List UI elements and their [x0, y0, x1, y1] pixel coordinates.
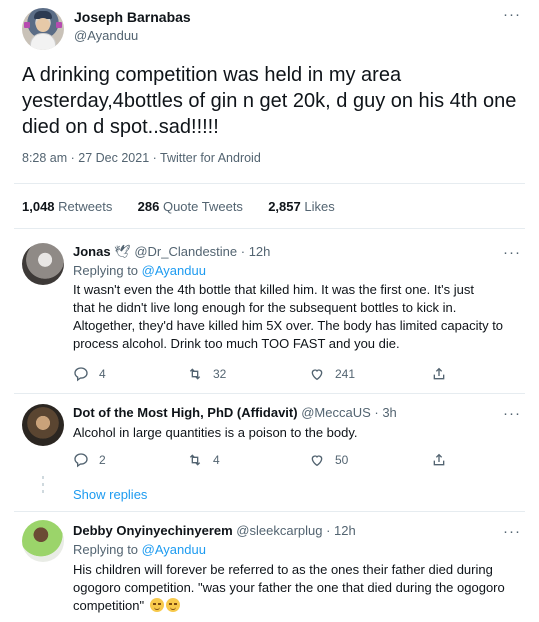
retweet-button[interactable]: 32	[187, 366, 226, 382]
reply-text: Alcohol in large quantities is a poison …	[73, 425, 358, 440]
replying-to-link[interactable]: @Ayanduu	[142, 542, 206, 557]
replying-to: Replying to @Ayanduu	[73, 263, 206, 278]
like-button[interactable]: 50	[309, 452, 348, 468]
quotes-stat[interactable]: 286 Quote Tweets	[138, 199, 243, 214]
reply-button[interactable]: 4	[73, 366, 106, 382]
divider	[14, 228, 525, 229]
reply-handle-time[interactable]: @Dr_Clandestine · 12h	[134, 244, 270, 259]
pensive-face-icon	[165, 598, 180, 612]
author-name[interactable]: Joseph Barnabas	[74, 9, 191, 25]
tweet-header: Joseph Barnabas @Ayanduu	[22, 6, 525, 52]
divider	[14, 183, 525, 184]
thread-dot	[42, 476, 44, 479]
reply-text: It wasn't even the 4th bottle that kille…	[73, 282, 504, 351]
thread-dot	[42, 490, 44, 493]
reply-author-name[interactable]: Dot of the Most High, PhD (Affidavit)	[73, 405, 298, 420]
retweet-button[interactable]: 4	[187, 452, 220, 468]
more-icon[interactable]: ···	[503, 245, 521, 260]
reply-handle-time[interactable]: @sleekcarplug · 12h	[236, 523, 355, 538]
reply-text: His children will forever be referred to…	[73, 562, 505, 613]
reply-actions: 4 32 241	[73, 366, 473, 384]
share-icon	[433, 367, 445, 380]
tweet-text: A drinking competition was held in my ar…	[22, 64, 517, 138]
reply-author-name[interactable]: Jonas	[73, 244, 111, 259]
retweet-icon	[189, 454, 201, 466]
tweet-timestamp[interactable]: 8:28 am · 27 Dec 2021 · Twitter for Andr…	[22, 151, 261, 165]
more-icon[interactable]: ···	[503, 406, 521, 421]
tweet-stats: 1,048 Retweets 286 Quote Tweets 2,857 Li…	[22, 199, 335, 214]
dove-icon: 🕊	[114, 244, 131, 259]
reply-avatar[interactable]	[22, 404, 64, 446]
divider	[14, 393, 525, 394]
share-button[interactable]	[431, 452, 457, 468]
share-icon	[433, 453, 445, 466]
show-replies-link[interactable]: Show replies	[73, 487, 147, 502]
reply-button[interactable]: 2	[73, 452, 106, 468]
thread-dot	[42, 483, 44, 486]
reply-icon	[74, 453, 88, 468]
more-icon[interactable]: ···	[503, 524, 521, 539]
tweet-page: Joseph Barnabas @Ayanduu ··· A drinking …	[0, 0, 539, 622]
replying-to: Replying to @Ayanduu	[73, 542, 206, 557]
replying-to-link[interactable]: @Ayanduu	[142, 263, 206, 278]
share-button[interactable]	[431, 366, 457, 382]
reply-actions: 2 4 50	[73, 452, 473, 470]
pensive-face-icon	[149, 598, 164, 612]
likes-stat[interactable]: 2,857 Likes	[268, 199, 335, 214]
author-avatar[interactable]	[22, 8, 64, 50]
author-handle[interactable]: @Ayanduu	[74, 28, 138, 43]
heart-icon	[311, 369, 323, 381]
more-icon[interactable]: ···	[503, 7, 521, 22]
reply-author-name[interactable]: Debby Onyinyechinyerem	[73, 523, 233, 538]
reply-handle-time[interactable]: @MeccaUS · 3h	[301, 405, 397, 420]
like-button[interactable]: 241	[309, 366, 355, 382]
heart-icon	[311, 455, 323, 467]
reply-icon	[74, 367, 88, 382]
retweet-icon	[189, 368, 201, 380]
reply-avatar[interactable]	[22, 243, 64, 285]
divider	[14, 511, 525, 512]
retweets-stat[interactable]: 1,048 Retweets	[22, 199, 112, 214]
reply-avatar[interactable]	[22, 520, 64, 562]
